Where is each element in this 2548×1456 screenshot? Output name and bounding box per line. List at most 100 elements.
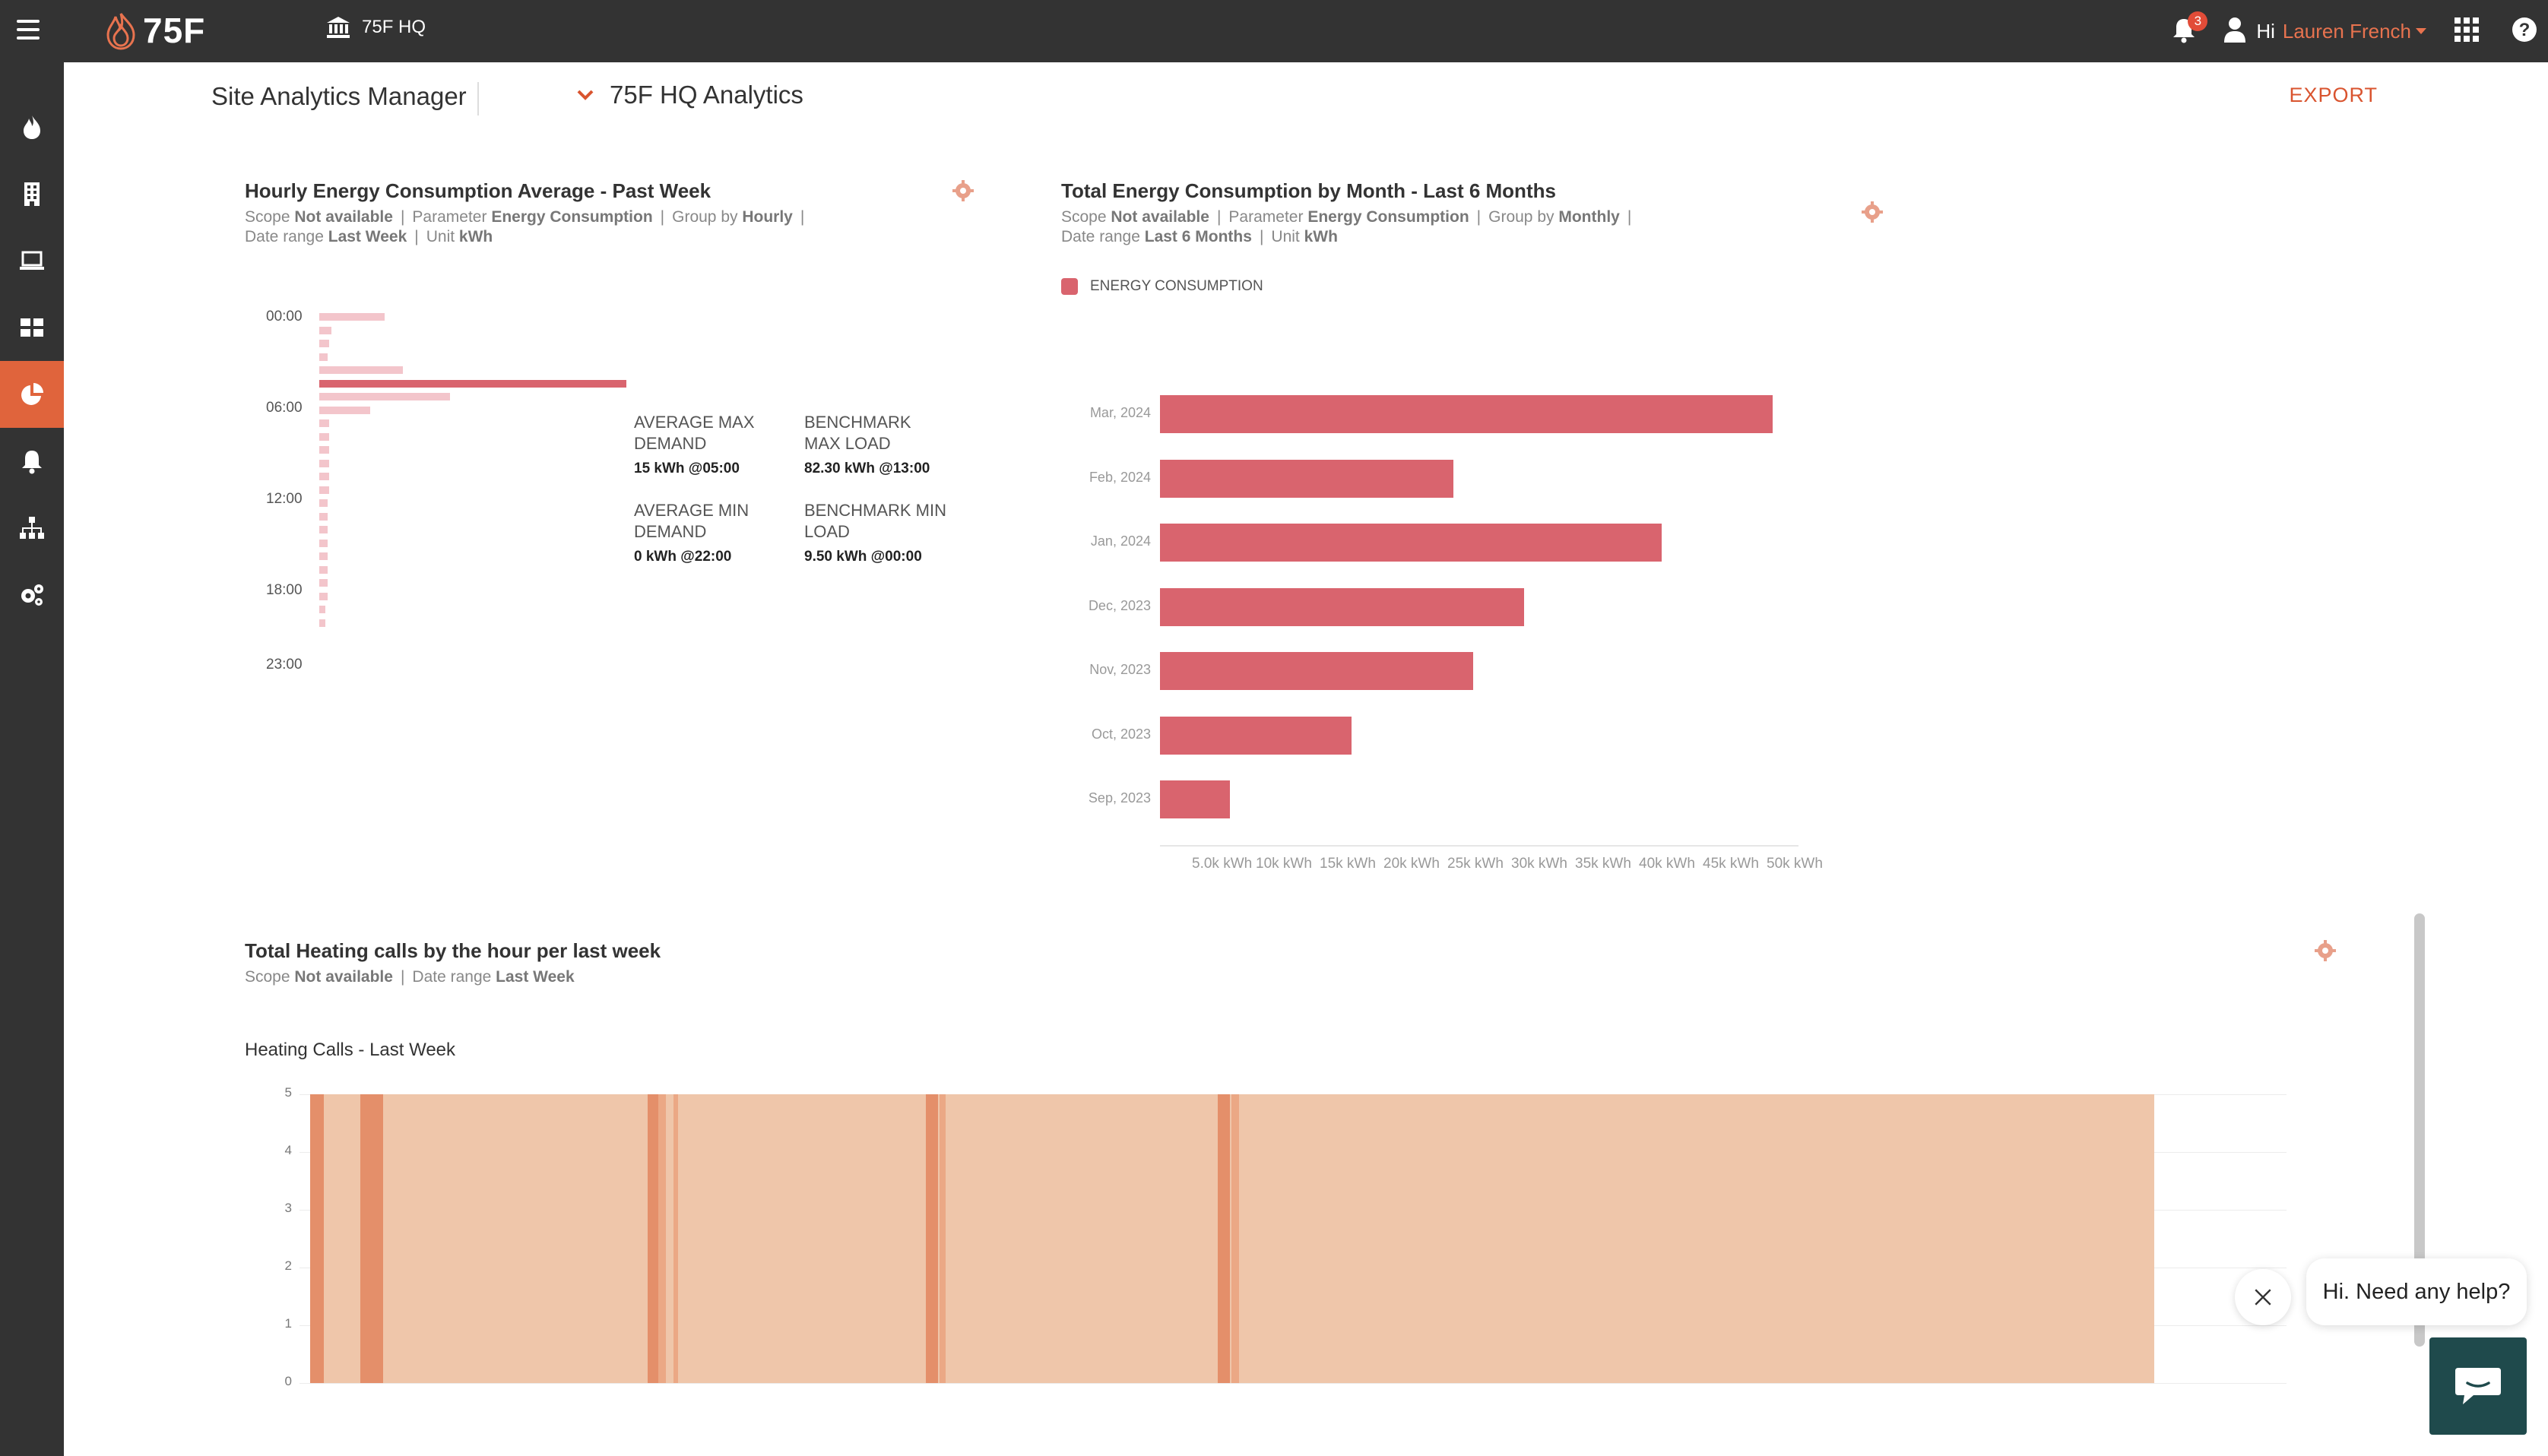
hourly-widget-title: Hourly Energy Consumption Average - Past… (245, 179, 711, 202)
heating-chart-subtitle: Heating Calls - Last Week (245, 1040, 456, 1060)
monthly-settings-gear-icon[interactable] (1861, 201, 1884, 223)
site-selector[interactable]: 75F HQ (325, 15, 426, 40)
benchmark-min-load-label: BENCHMARK MIN LOAD (804, 501, 947, 541)
page-title: Site Analytics Manager (211, 82, 467, 110)
month-bar[interactable] (1160, 587, 1524, 626)
sidebar-item-settings[interactable] (0, 562, 64, 628)
chevron-down-icon (577, 90, 594, 100)
avg-min-demand-value: 0 kWh @22:00 (634, 549, 732, 565)
legend-label: ENERGY CONSUMPTION (1090, 278, 1263, 294)
sidebar-item-hierarchy[interactable] (0, 495, 64, 562)
sidebar-item-alerts[interactable] (0, 428, 64, 495)
apps-grid-icon[interactable] (2454, 17, 2512, 46)
chat-close-button[interactable] (2235, 1269, 2291, 1325)
user-menu[interactable]: Lauren French (2283, 20, 2411, 43)
x-tick-label: 20k kWh (1383, 856, 1440, 872)
monthly-widget-meta-1: Scope Not available | Parameter Energy Con… (1061, 208, 1632, 226)
y-tick: 3 (284, 1201, 292, 1215)
sidebar-item-dashboard[interactable] (0, 294, 64, 361)
month-label: Sep, 2023 (1088, 790, 1151, 806)
help-icon[interactable]: ? (2512, 17, 2548, 46)
x-tick-label: 35k kWh (1575, 856, 1631, 872)
month-bar[interactable] (1160, 459, 1454, 498)
analytics-selector[interactable]: 75F HQ Analytics (576, 81, 803, 109)
flame-logo-icon (106, 13, 135, 50)
hourly-bar (319, 579, 328, 587)
benchmark-max-load-label: BENCHMARK MAX LOAD (804, 413, 911, 453)
heating-spike (940, 1094, 946, 1383)
analytics-name: 75F HQ Analytics (610, 81, 803, 109)
chart-legend[interactable]: ENERGY CONSUMPTION (1061, 278, 1263, 295)
hourly-bar (319, 419, 330, 427)
hourly-widget-meta-2: Date range Last Week | Unit kWh (245, 228, 493, 245)
sidebar-item-devices[interactable] (0, 227, 64, 294)
heating-settings-gear-icon[interactable] (2314, 939, 2337, 962)
legend-swatch (1061, 278, 1078, 295)
hourly-bar (319, 539, 328, 547)
hourly-bar (319, 619, 326, 627)
sidebar-item-buildings[interactable] (0, 160, 64, 227)
gears-icon (21, 584, 43, 606)
hourly-bar (319, 432, 330, 441)
hourly-bar (319, 379, 626, 388)
hourly-bar (319, 353, 328, 361)
x-tick-label: 15k kWh (1320, 856, 1376, 872)
monthly-widget-title: Total Energy Consumption by Month - Last… (1061, 179, 1556, 202)
y-tick: 4 (284, 1143, 292, 1157)
month-label: Jan, 2024 (1090, 533, 1151, 549)
x-tick-label: 30k kWh (1511, 856, 1567, 872)
hourly-bar (319, 473, 330, 480)
hourly-bar (319, 393, 451, 400)
y-tick: 2 (284, 1258, 292, 1273)
sidebar (0, 62, 64, 1456)
sidebar-item-heating[interactable] (0, 93, 64, 160)
month-bar[interactable] (1160, 652, 1473, 690)
benchmark-min-load-value: 9.50 kWh @00:00 (804, 549, 922, 565)
month-bar[interactable] (1160, 524, 1662, 562)
hour-label: 06:00 (266, 400, 303, 416)
notifications-button[interactable]: 3 (2171, 11, 2208, 46)
y-tick: 0 (284, 1374, 292, 1388)
heating-spike (1218, 1094, 1230, 1383)
sitemap-icon (20, 517, 44, 539)
heating-widget-title: Total Heating calls by the hour per last… (245, 939, 661, 962)
grid-line (299, 1383, 2287, 1384)
menu-icon[interactable] (17, 20, 40, 41)
hour-label: 00:00 (266, 309, 303, 324)
hour-label: 23:00 (266, 657, 303, 673)
y-tick: 1 (284, 1316, 292, 1331)
month-label: Oct, 2023 (1091, 726, 1151, 742)
site-name: 75F HQ (362, 17, 426, 37)
x-tick-label: 10k kWh (1256, 856, 1312, 872)
month-bar[interactable] (1160, 780, 1231, 818)
sidebar-item-analytics[interactable] (0, 361, 64, 428)
hourly-bar (319, 512, 328, 521)
logo[interactable]: 75F (103, 9, 205, 52)
user-menu-caret-icon[interactable] (2416, 28, 2426, 34)
user-icon (2223, 17, 2256, 46)
month-bar[interactable] (1160, 716, 1352, 755)
hourly-bar (319, 526, 328, 533)
x-tick-label: 50k kWh (1767, 856, 1823, 872)
chat-greeting-bubble[interactable]: Hi. Need any help? (2306, 1258, 2527, 1325)
export-button[interactable]: EXPORT (2289, 84, 2378, 107)
heating-spike (310, 1094, 324, 1383)
hourly-bar (319, 313, 385, 321)
benchmark-max-load-value: 82.30 kWh @13:00 (804, 461, 930, 476)
pie-chart-icon (21, 383, 43, 405)
month-bar[interactable] (1160, 395, 1773, 433)
chat-launcher-button[interactable] (2429, 1337, 2527, 1435)
hourly-bar (319, 592, 328, 600)
hourly-bar (319, 446, 330, 454)
heating-spike (648, 1094, 658, 1383)
hourly-settings-gear-icon[interactable] (952, 179, 975, 202)
hour-label: 12:00 (266, 491, 303, 507)
chat-bubble-icon (2455, 1368, 2501, 1404)
bell-icon (22, 451, 42, 474)
heating-spike (360, 1094, 383, 1383)
hourly-bar (319, 565, 328, 574)
avg-min-demand-label: AVERAGE MIN DEMAND (634, 501, 750, 541)
svg-text:?: ? (2519, 20, 2531, 40)
x-tick-label: 25k kWh (1447, 856, 1504, 872)
heating-spike (1231, 1094, 1239, 1383)
